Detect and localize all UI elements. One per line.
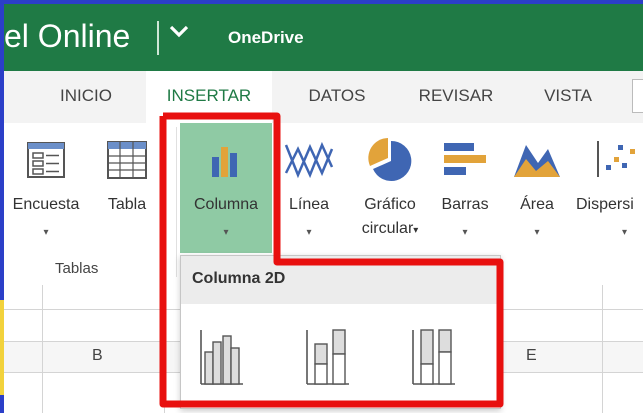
area-chart-icon xyxy=(508,131,566,189)
column-chart-button-label: Columna xyxy=(193,196,259,213)
screenshot-frame: el Online OneDrive INICIO INSERTAR DATOS… xyxy=(0,0,643,413)
grid-line xyxy=(164,285,165,413)
ribbon-tabs: INICIO INSERTAR DATOS REVISAR VISTA xyxy=(4,71,643,123)
survey-button[interactable]: Encuesta ▾ xyxy=(4,123,88,253)
area-chart-button-label: Área xyxy=(520,196,554,213)
group-label-tablas: Tablas xyxy=(55,260,99,277)
column-chart-button[interactable]: Columna ▾ xyxy=(180,123,272,253)
pie-chart-button-label2: circular xyxy=(361,220,414,237)
survey-dropdown-caret-icon: ▾ xyxy=(43,227,49,238)
pie-chart-icon xyxy=(348,131,432,189)
scatter-chart-button-label: Dispersi xyxy=(576,196,634,213)
grid-line xyxy=(602,285,603,413)
line-chart-icon xyxy=(280,131,338,189)
bar-chart-button[interactable]: Barras ▾ xyxy=(432,123,498,253)
table-button-label: Tabla xyxy=(107,196,147,213)
line-chart-button[interactable]: Línea ▾ xyxy=(280,123,338,253)
column-dropdown-caret-icon: ▾ xyxy=(223,227,229,238)
line-dropdown-caret-icon: ▾ xyxy=(306,227,312,238)
area-chart-button[interactable]: Área ▾ xyxy=(508,123,566,253)
stacked-column-icon xyxy=(306,329,349,385)
line-chart-button-label: Línea xyxy=(288,196,330,213)
pie-chart-button[interactable]: Gráfico circular▾ xyxy=(348,123,432,253)
onedrive-link[interactable]: OneDrive xyxy=(228,28,304,48)
column-chart-icon xyxy=(180,131,272,189)
bar-chart-icon xyxy=(432,131,498,189)
100-stacked-column-icon xyxy=(412,329,455,385)
clustered-column-option[interactable] xyxy=(199,322,245,390)
survey-button-label: Encuesta xyxy=(12,196,80,213)
pie-chart-button-label-line2: circular▾ xyxy=(348,220,432,238)
tab-inicio[interactable]: INICIO xyxy=(34,71,138,123)
title-separator xyxy=(157,21,159,55)
scatter-chart-button[interactable]: Dispersi ▾ xyxy=(574,123,643,253)
scatter-dropdown-caret-icon: ▾ xyxy=(622,227,628,238)
tab-vista[interactable]: VISTA xyxy=(525,71,611,123)
bar-chart-button-label: Barras xyxy=(441,196,489,213)
clustered-column-icon xyxy=(200,330,243,385)
table-button[interactable]: Tabla xyxy=(96,123,158,253)
100-stacked-column-option[interactable] xyxy=(411,322,457,390)
column-header-e[interactable]: E xyxy=(526,347,537,365)
area-dropdown-caret-icon: ▾ xyxy=(534,227,540,238)
scatter-chart-icon xyxy=(574,131,643,189)
grid-line xyxy=(42,285,43,413)
table-icon xyxy=(96,131,158,189)
tab-datos[interactable]: DATOS xyxy=(287,71,387,123)
survey-icon xyxy=(4,131,88,189)
gallery-header: Columna 2D xyxy=(181,256,500,304)
pie-chart-button-label: Gráfico xyxy=(364,196,416,213)
pie-dropdown-caret-icon: ▾ xyxy=(413,225,419,236)
column-header-b[interactable]: B xyxy=(92,347,103,365)
gallery-title: Columna 2D xyxy=(192,270,286,287)
app-switcher-chevron-icon[interactable] xyxy=(168,20,190,49)
tab-insertar[interactable]: INSERTAR xyxy=(146,71,272,123)
tab-revisar[interactable]: REVISAR xyxy=(401,71,511,123)
stacked-column-option[interactable] xyxy=(305,322,351,390)
title-bar: el Online OneDrive xyxy=(4,4,643,71)
app-title: el Online xyxy=(4,18,131,54)
tell-me-search-box[interactable] xyxy=(632,79,643,113)
column-chart-gallery: Columna 2D xyxy=(180,255,501,409)
bar-dropdown-caret-icon: ▾ xyxy=(462,227,468,238)
ribbon-group-separator xyxy=(176,127,177,277)
